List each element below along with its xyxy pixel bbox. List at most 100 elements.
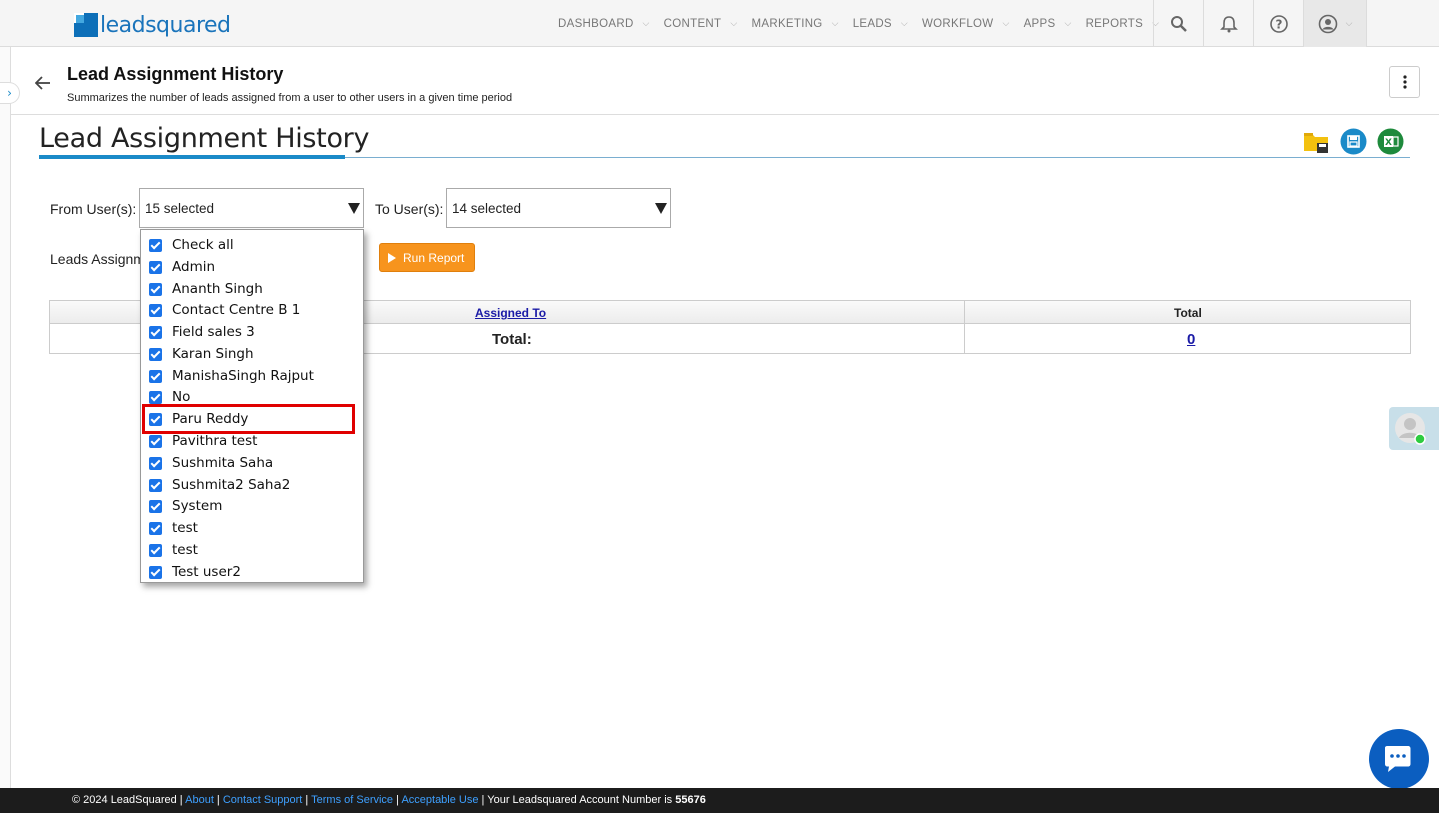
run-report-button[interactable]: Run Report <box>379 243 475 272</box>
help-icon[interactable]: ? <box>1253 0 1303 47</box>
logo-mark-icon <box>74 13 98 37</box>
chat-button[interactable] <box>1369 729 1429 789</box>
user-option[interactable]: Sushmita Saha <box>149 453 273 473</box>
more-options-icon[interactable] <box>1389 66 1420 98</box>
bell-icon[interactable] <box>1203 0 1253 47</box>
back-arrow-icon[interactable] <box>34 71 51 95</box>
option-label: System <box>172 498 223 514</box>
menu-reports[interactable]: REPORTS ⌵ <box>1086 18 1160 30</box>
checkbox-checked-icon[interactable] <box>149 478 162 492</box>
checkbox-checked-icon[interactable] <box>149 521 162 535</box>
option-label: Sushmita2 Saha2 <box>172 477 291 493</box>
to-users-value: 14 selected <box>452 201 522 216</box>
user-option[interactable]: test <box>149 540 198 560</box>
user-menu-button[interactable]: ⌵ <box>1303 0 1367 47</box>
chevron-down-icon: ⌵ <box>1002 18 1010 28</box>
menu-leads[interactable]: LEADS ⌵ <box>853 18 908 30</box>
option-label: Check all <box>172 237 234 253</box>
menu-dashboard[interactable]: DASHBOARD ⌵ <box>558 18 650 30</box>
user-option[interactable]: Sushmita2 Saha2 <box>149 475 290 495</box>
menu-label: LEADS <box>852 17 892 30</box>
agent-avatar[interactable] <box>1389 407 1439 450</box>
option-label: Test user2 <box>172 564 241 580</box>
footer: © 2024 LeadSquared | About | Contact Sup… <box>0 788 1439 813</box>
option-label: Ananth Singh <box>172 281 263 297</box>
about-link[interactable]: About <box>185 794 214 806</box>
main-menu: DASHBOARD ⌵ CONTENT ⌵ MARKETING ⌵ LEADS ⌵ WO… <box>550 0 1173 47</box>
excel-export-icon[interactable]: X <box>1377 128 1404 155</box>
user-option[interactable]: Field sales 3 <box>149 322 255 342</box>
user-option[interactable]: Admin <box>149 257 215 277</box>
total-header: Total <box>1174 306 1202 320</box>
option-label: Contact Centre B 1 <box>172 302 301 318</box>
checkbox-checked-icon[interactable] <box>149 434 162 448</box>
title-underline <box>39 155 345 159</box>
acceptable-use-link[interactable]: Acceptable Use <box>401 794 478 806</box>
user-option[interactable]: Contact Centre B 1 <box>149 300 300 320</box>
play-icon <box>388 252 396 263</box>
check-all-option[interactable]: Check all <box>149 235 234 255</box>
checkbox-checked-icon[interactable] <box>149 303 162 317</box>
menu-workflow[interactable]: WORKFLOW ⌵ <box>922 18 1010 30</box>
option-label: ManishaSingh Rajput <box>172 368 314 384</box>
option-label: Karan Singh <box>172 346 254 362</box>
checkbox-checked-icon[interactable] <box>149 238 162 252</box>
user-icon <box>1318 14 1337 33</box>
leads-assignment-label: Leads Assignm <box>50 251 145 267</box>
svg-text:X: X <box>1385 138 1392 148</box>
option-label: Sushmita Saha <box>172 455 274 471</box>
menu-label: REPORTS <box>1085 17 1144 30</box>
chevron-down-icon: ⌵ <box>900 18 909 28</box>
checkbox-checked-icon[interactable] <box>149 260 162 274</box>
checkbox-checked-icon[interactable] <box>149 499 162 513</box>
account-text: Your Leadsquared Account Number is <box>487 794 673 806</box>
menu-content[interactable]: CONTENT ⌵ <box>664 18 738 30</box>
menu-label: WORKFLOW <box>922 17 994 30</box>
menu-label: CONTENT <box>663 17 722 30</box>
option-label: Admin <box>172 259 216 275</box>
chevron-down-icon: ⌵ <box>1064 18 1072 28</box>
user-option[interactable]: Test user2 <box>149 562 241 582</box>
checkbox-checked-icon[interactable] <box>149 325 162 339</box>
user-option[interactable]: Ananth Singh <box>149 279 263 299</box>
chevron-down-icon: ⌵ <box>1345 18 1353 29</box>
report-title: Lead Assignment History <box>39 123 370 154</box>
highlight-box <box>142 404 355 434</box>
dropdown-arrow-icon <box>655 203 667 214</box>
checkbox-checked-icon[interactable] <box>149 369 162 383</box>
checkbox-checked-icon[interactable] <box>149 543 162 557</box>
user-option[interactable]: Karan Singh <box>149 344 254 364</box>
total-row-value[interactable]: 0 <box>1187 331 1195 348</box>
user-option[interactable]: test <box>149 518 198 538</box>
save-folder-icon[interactable] <box>1303 128 1330 155</box>
brand-logo[interactable]: leadsquared <box>74 11 231 39</box>
left-rail <box>0 47 11 788</box>
to-users-select[interactable]: 14 selected <box>446 188 671 228</box>
option-label: Field sales 3 <box>172 324 255 340</box>
search-icon[interactable] <box>1153 0 1203 47</box>
total-row-label: Total: <box>492 331 532 348</box>
option-label: Pavithra test <box>172 433 258 449</box>
user-option[interactable]: System <box>149 496 222 516</box>
assigned-to-header[interactable]: Assigned To <box>475 306 546 320</box>
contact-support-link[interactable]: Contact Support <box>223 794 303 806</box>
checkbox-checked-icon[interactable] <box>149 347 162 361</box>
checkbox-checked-icon[interactable] <box>149 390 162 404</box>
checkbox-checked-icon[interactable] <box>149 565 162 579</box>
page-title: Lead Assignment History <box>67 64 284 84</box>
checkbox-checked-icon[interactable] <box>149 456 162 470</box>
save-icon[interactable] <box>1340 128 1367 155</box>
chevron-down-icon: ⌵ <box>730 18 738 28</box>
chevron-down-icon: ⌵ <box>642 18 650 28</box>
chevron-down-icon: ⌵ <box>831 18 839 28</box>
terms-link[interactable]: Terms of Service <box>311 794 393 806</box>
from-users-select[interactable]: 15 selected <box>139 188 364 228</box>
menu-marketing[interactable]: MARKETING ⌵ <box>751 18 838 30</box>
page-header: Lead Assignment History Summarizes the n… <box>11 47 1439 115</box>
copyright-text: © 2024 LeadSquared <box>72 794 177 806</box>
user-option[interactable]: Pavithra test <box>149 431 257 451</box>
nav-icon-group: ? ⌵ <box>1153 0 1367 47</box>
checkbox-checked-icon[interactable] <box>149 282 162 296</box>
user-option[interactable]: ManishaSingh Rajput <box>149 366 314 386</box>
menu-apps[interactable]: APPS ⌵ <box>1024 18 1072 30</box>
